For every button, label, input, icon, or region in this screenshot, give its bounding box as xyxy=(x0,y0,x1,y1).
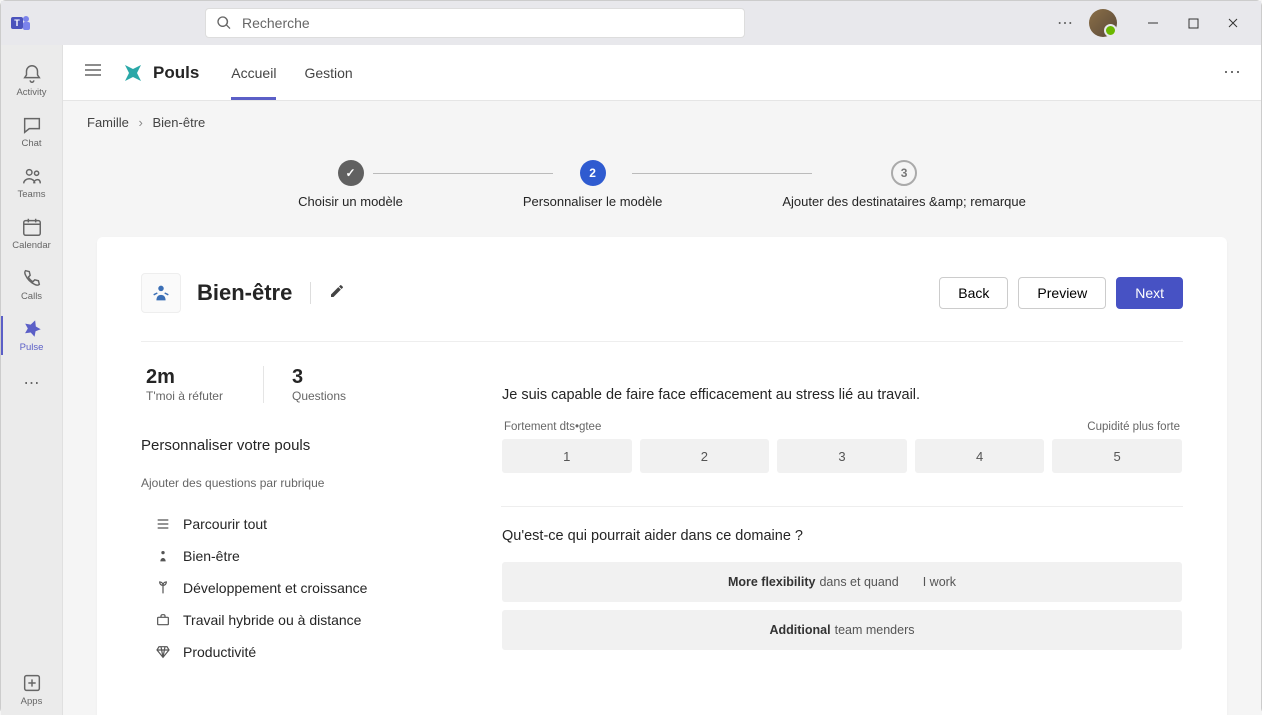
app-header: Pouls Accueil Gestion ⋯ xyxy=(63,45,1261,101)
customize-sidebar: 2m T'moi à réfuter 3 Questions Personnal… xyxy=(141,366,441,685)
svg-text:T: T xyxy=(14,18,20,28)
topic-development[interactable]: Développement et croissance xyxy=(141,572,441,604)
briefcase-icon xyxy=(155,612,171,628)
user-avatar[interactable] xyxy=(1089,9,1117,37)
back-button[interactable]: Back xyxy=(939,277,1008,309)
question-2-text: Qu'est-ce qui pourrait aider dans ce dom… xyxy=(502,528,1182,544)
left-rail: Activity Chat Teams Calendar Calls Pulse… xyxy=(1,45,63,715)
topic-wellbeing[interactable]: Bien-être xyxy=(141,540,441,572)
rail-activity[interactable]: Activity xyxy=(1,55,63,106)
list-icon xyxy=(155,516,171,532)
rail-calendar[interactable]: Calendar xyxy=(1,208,63,259)
rail-more[interactable]: ⋯ xyxy=(1,361,63,405)
answer-option-2[interactable]: Additional team menders xyxy=(502,610,1182,650)
rail-pulse[interactable]: Pulse xyxy=(1,310,63,361)
preview-button[interactable]: Preview xyxy=(1018,277,1106,309)
step-3[interactable]: 3 Ajouter des destinataires &amp; remarq… xyxy=(782,160,1026,209)
customize-subtitle: Ajouter des questions par rubrique xyxy=(141,476,441,490)
wellbeing-icon xyxy=(155,548,171,564)
check-icon: ✓ xyxy=(338,160,364,186)
edit-title-button[interactable] xyxy=(329,283,345,304)
pulse-app-icon xyxy=(121,61,145,85)
chevron-right-icon: › xyxy=(139,115,143,130)
search-placeholder: Recherche xyxy=(242,15,310,31)
titlebar-more-icon[interactable]: ⋯ xyxy=(1057,13,1073,33)
global-search[interactable]: Recherche xyxy=(205,8,745,38)
rail-teams[interactable]: Teams xyxy=(1,157,63,208)
tab-accueil[interactable]: Accueil xyxy=(231,45,276,100)
rail-apps[interactable]: Apps xyxy=(1,664,63,715)
step-1[interactable]: ✓ Choisir un modèle xyxy=(298,160,403,209)
wellbeing-icon xyxy=(141,273,181,313)
stat-time: 2m T'moi à réfuter xyxy=(145,366,223,403)
stat-questions: 3 Questions xyxy=(263,366,346,403)
question-1[interactable]: Je suis capable de faire face efficaceme… xyxy=(501,366,1183,500)
scale-option-5[interactable]: 5 xyxy=(1052,439,1182,473)
rail-calls[interactable]: Calls xyxy=(1,259,63,310)
app-name: Pouls xyxy=(153,63,199,83)
next-button[interactable]: Next xyxy=(1116,277,1183,309)
answer-option-1[interactable]: More flexibility dans et quand I work xyxy=(502,562,1182,602)
question-1-text: Je suis capable de faire face efficaceme… xyxy=(502,387,1182,403)
customize-title: Personnaliser votre pouls xyxy=(141,437,441,454)
breadcrumb-root[interactable]: Famille xyxy=(87,115,129,130)
window-minimize-button[interactable] xyxy=(1133,8,1173,38)
step-2[interactable]: 2 Personnaliser le modèle xyxy=(523,160,662,209)
scale-option-3[interactable]: 3 xyxy=(777,439,907,473)
titlebar: T Recherche ⋯ xyxy=(1,1,1261,45)
card-title: Bien-être xyxy=(197,280,292,306)
question-editor: Je suis capable de faire face efficaceme… xyxy=(501,366,1183,685)
teams-logo-icon: T xyxy=(9,11,33,35)
scale-max-label: Cupidité plus forte xyxy=(1087,421,1180,433)
editor-card: Bien-être Back Preview Next xyxy=(97,237,1227,715)
topic-productivity[interactable]: Productivité xyxy=(141,636,441,668)
scale-option-4[interactable]: 4 xyxy=(915,439,1045,473)
hamburger-icon[interactable] xyxy=(83,60,103,85)
window-maximize-button[interactable] xyxy=(1173,8,1213,38)
breadcrumb: Famille › Bien-être xyxy=(63,101,1261,144)
scale-min-label: Fortement dts•gtee xyxy=(504,421,601,433)
diamond-icon xyxy=(155,644,171,660)
growth-icon xyxy=(155,580,171,596)
window-close-button[interactable] xyxy=(1213,8,1253,38)
topic-hybrid[interactable]: Travail hybride ou à distance xyxy=(141,604,441,636)
app-more-icon[interactable]: ⋯ xyxy=(1223,62,1241,83)
topic-browse-all[interactable]: Parcourir tout xyxy=(141,508,441,540)
scale-option-1[interactable]: 1 xyxy=(502,439,632,473)
rail-chat[interactable]: Chat xyxy=(1,106,63,157)
breadcrumb-current: Bien-être xyxy=(153,115,206,130)
question-2[interactable]: Qu'est-ce qui pourrait aider dans ce dom… xyxy=(501,527,1183,685)
wizard-stepper: ✓ Choisir un modèle 2 Personnaliser le m… xyxy=(63,144,1261,237)
scale-option-2[interactable]: 2 xyxy=(640,439,770,473)
search-icon xyxy=(216,15,232,31)
tab-gestion[interactable]: Gestion xyxy=(304,45,352,100)
